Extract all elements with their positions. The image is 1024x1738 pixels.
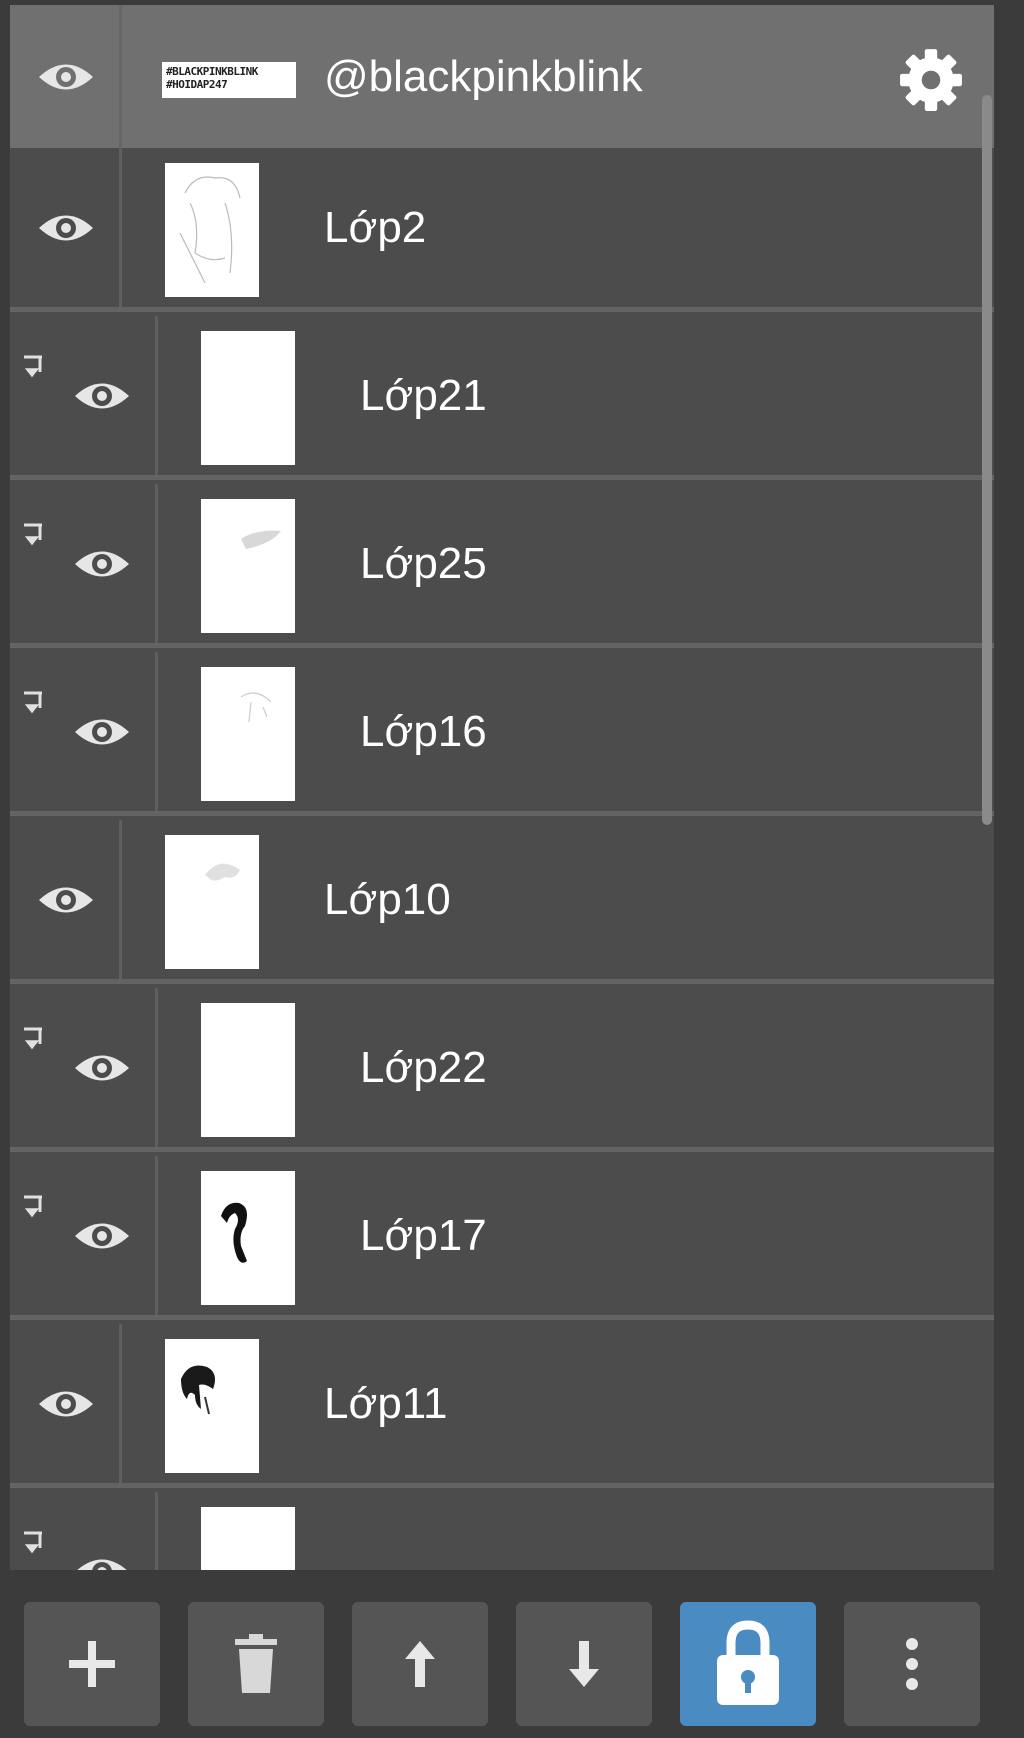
layer-thumbnail	[201, 1003, 295, 1137]
add-layer-button[interactable]	[24, 1602, 160, 1726]
lock-layer-button[interactable]	[680, 1602, 816, 1726]
layer-row[interactable]: Lớp22	[10, 988, 994, 1152]
visibility-cell[interactable]	[10, 820, 122, 979]
scrollbar[interactable]	[982, 95, 992, 825]
layer-thumbnail	[201, 667, 295, 801]
group-thumbnail: #BLACKPINKBLINK #HOIDAP247	[162, 62, 296, 98]
layer-thumbnail	[165, 1339, 259, 1473]
arrow-up-icon	[405, 1641, 435, 1687]
eye-icon[interactable]	[73, 1553, 131, 1571]
visibility-cell[interactable]	[10, 988, 158, 1147]
thumbnail-art	[241, 530, 281, 549]
thumbnail-art	[201, 331, 295, 465]
gear-icon[interactable]	[898, 47, 964, 113]
eye-icon[interactable]	[73, 377, 131, 415]
thumbnail-art	[181, 1365, 215, 1415]
layer-name: Lớp10	[324, 874, 451, 924]
delete-layer-button[interactable]	[188, 1602, 324, 1726]
trash-icon	[235, 1634, 277, 1693]
eye-icon[interactable]	[37, 881, 95, 919]
layer-group-row[interactable]: #BLACKPINKBLINK #HOIDAP247 @blackpinkbli…	[10, 5, 994, 148]
layer-row[interactable]	[10, 1492, 994, 1570]
layer-name: Lớp25	[360, 538, 487, 588]
plus-icon	[69, 1641, 115, 1687]
visibility-cell[interactable]	[10, 316, 158, 475]
layer-name: Lớp22	[360, 1042, 487, 1092]
lock-icon	[717, 1620, 779, 1705]
visibility-cell[interactable]	[10, 1156, 158, 1315]
visibility-cell[interactable]	[10, 484, 158, 643]
thumbnail-art	[179, 176, 241, 284]
layers-panel: #BLACKPINKBLINK #HOIDAP247 @blackpinkbli…	[10, 5, 994, 1570]
layer-row[interactable]: Lớp17	[10, 1156, 994, 1320]
layer-row[interactable]: Lớp11	[10, 1324, 994, 1488]
layer-thumbnail	[165, 835, 259, 969]
layer-row[interactable]: Lớp10	[10, 820, 994, 984]
visibility-cell[interactable]	[10, 652, 158, 811]
layer-row[interactable]: Lớp16	[10, 652, 994, 816]
visibility-cell[interactable]	[10, 1324, 122, 1483]
layer-name: Lớp11	[324, 1378, 448, 1428]
layer-thumbnail	[201, 499, 295, 633]
thumbnail-text: #HOIDAP247	[166, 78, 228, 91]
eye-icon[interactable]	[37, 58, 95, 96]
layer-thumbnail	[165, 163, 259, 297]
eye-icon[interactable]	[73, 1217, 131, 1255]
layer-toolbar	[0, 1570, 1024, 1738]
layer-row[interactable]: Lớp21	[10, 316, 994, 480]
group-name: @blackpinkblink	[324, 51, 643, 101]
more-vertical-icon	[906, 1638, 918, 1690]
visibility-cell[interactable]	[10, 1492, 158, 1570]
layer-row[interactable]: Lớp2	[10, 148, 994, 312]
layer-thumbnail	[201, 331, 295, 465]
layer-name: Lớp2	[324, 202, 427, 252]
layer-name: Lớp17	[360, 1210, 487, 1260]
move-up-button[interactable]	[352, 1602, 488, 1726]
move-down-button[interactable]	[516, 1602, 652, 1726]
layer-row[interactable]: Lớp25	[10, 484, 994, 648]
thumbnail-art	[221, 1202, 247, 1263]
visibility-cell[interactable]	[10, 148, 122, 307]
eye-icon[interactable]	[73, 713, 131, 751]
layer-name: Lớp21	[360, 370, 487, 420]
visibility-cell[interactable]	[10, 5, 122, 148]
thumbnail-art	[201, 1003, 295, 1137]
thumbnail-art	[240, 692, 272, 723]
eye-icon[interactable]	[73, 1049, 131, 1087]
layer-thumbnail	[201, 1171, 295, 1305]
eye-icon[interactable]	[37, 1385, 95, 1423]
thumbnail-art	[205, 863, 240, 881]
layer-thumbnail	[201, 1507, 295, 1570]
eye-icon[interactable]	[73, 545, 131, 583]
arrow-down-icon	[569, 1641, 599, 1687]
layer-name: Lớp16	[360, 706, 487, 756]
more-options-button[interactable]	[844, 1602, 980, 1726]
thumbnail-art	[201, 1507, 295, 1570]
thumbnail-text: #BLACKPINKBLINK	[166, 65, 258, 78]
eye-icon[interactable]	[37, 209, 95, 247]
